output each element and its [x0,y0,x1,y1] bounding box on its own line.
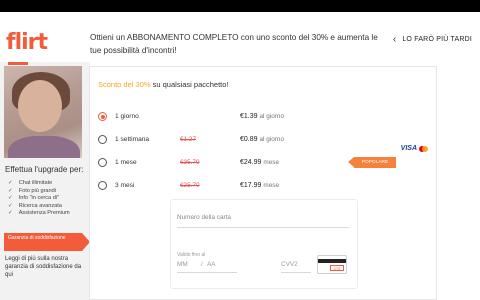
guarantee-link[interactable]: Leggi di più sulla nostra garanzia di so… [5,255,85,279]
feature-item: ✓ Foto più grandi [8,187,57,194]
photo-tag [8,62,28,65]
plan-option-1-day[interactable]: 1 giorno €1.39 al giorno [98,105,428,128]
card-form: Numero della carta Valido fino al MM / A… [170,199,358,289]
check-icon: ✓ [8,202,13,209]
check-icon: ✓ [8,187,13,194]
feature-item: ✓ Ricerca avanzata [8,202,62,209]
plan-label: 1 giorno [115,113,139,120]
offer-headline: Ottieni un ABBONAMENTO COMPLETO con uno … [90,33,378,55]
radio-button[interactable] [98,112,107,121]
radio-button[interactable] [98,181,107,190]
plan-list: 1 giorno €1.39 al giorno 1 settimana €1.… [98,105,428,197]
chevron-left-icon: ‹ [392,34,397,45]
feature-item: ✓ Info "in cerca di" [8,195,60,201]
popular-badge: POPOLARE [348,157,396,168]
offer-panel: Sconto del 30% su qualsiasi pacchetto! V… [89,66,437,300]
features-list: ✓ Chat illimitate ✓ Foto più grandi ✓ Info … [8,180,70,218]
feature-item: ✓ Assistenza Premium [8,210,70,216]
cvv-hint-icon: 275 [317,255,347,274]
expiry-year-field[interactable]: AA [207,261,237,268]
plan-price: €1.39 al giorno [240,113,284,120]
plan-price: €17.99 mese [240,182,280,189]
check-icon: ✓ [8,195,13,201]
card-number-field[interactable]: Numero della carta [177,214,349,228]
profile-photo [4,66,82,158]
cvv-hint-code: 275 [330,265,344,271]
plan-price: €0.89 al giorno [240,136,284,143]
radio-button[interactable] [98,135,107,144]
plan-label: 1 mese [115,159,137,166]
expiry-month-field[interactable]: MM [177,261,197,268]
header: flirt Ottieni un ABBONAMENTO COMPLETO co… [0,12,480,62]
flirt-logo[interactable]: flirt [6,30,48,55]
cvv-underline [281,272,311,273]
feature-item: ✓ Chat illimitate [8,180,53,186]
discount-title: Sconto del 30% su qualsiasi pacchetto! [98,80,229,89]
plan-label: 1 settimana [115,136,150,143]
plan-label: 3 mesi [115,182,135,189]
old-price: €1.27 [180,136,196,143]
plan-option-1-week[interactable]: 1 settimana €1.27 €0.89 al giorno [98,128,428,151]
plan-price: €24.99 mese [240,159,280,166]
check-icon: ✓ [8,180,13,186]
plan-option-1-month[interactable]: 1 mese €35.70 €24.99 mese POPOLARE [98,151,428,174]
top-black-bar [0,0,480,12]
old-price: €25.70 [180,182,200,189]
later-label: LO FARÒ PIÙ TARDI [402,36,472,43]
sidebar: Effettua l'upgrade per: ✓ Chat illimitate… [0,62,90,300]
upgrade-title: Effettua l'upgrade per: [5,165,84,174]
radio-button[interactable] [98,158,107,167]
guarantee-badge: Garanzia di soddisfazione [4,233,90,251]
plan-option-3-months[interactable]: 3 mesi €25.70 €17.99 mese [98,174,428,197]
expiry-label: Valido fino al [177,252,206,258]
expiry-separator: / [201,261,203,268]
cvv-field[interactable]: CVV2 [281,261,298,268]
check-icon: ✓ [8,210,13,216]
old-price: €35.70 [180,159,200,166]
expiry-underline [177,272,237,273]
later-button[interactable]: ‹ LO FARÒ PIÙ TARDI [392,34,472,45]
